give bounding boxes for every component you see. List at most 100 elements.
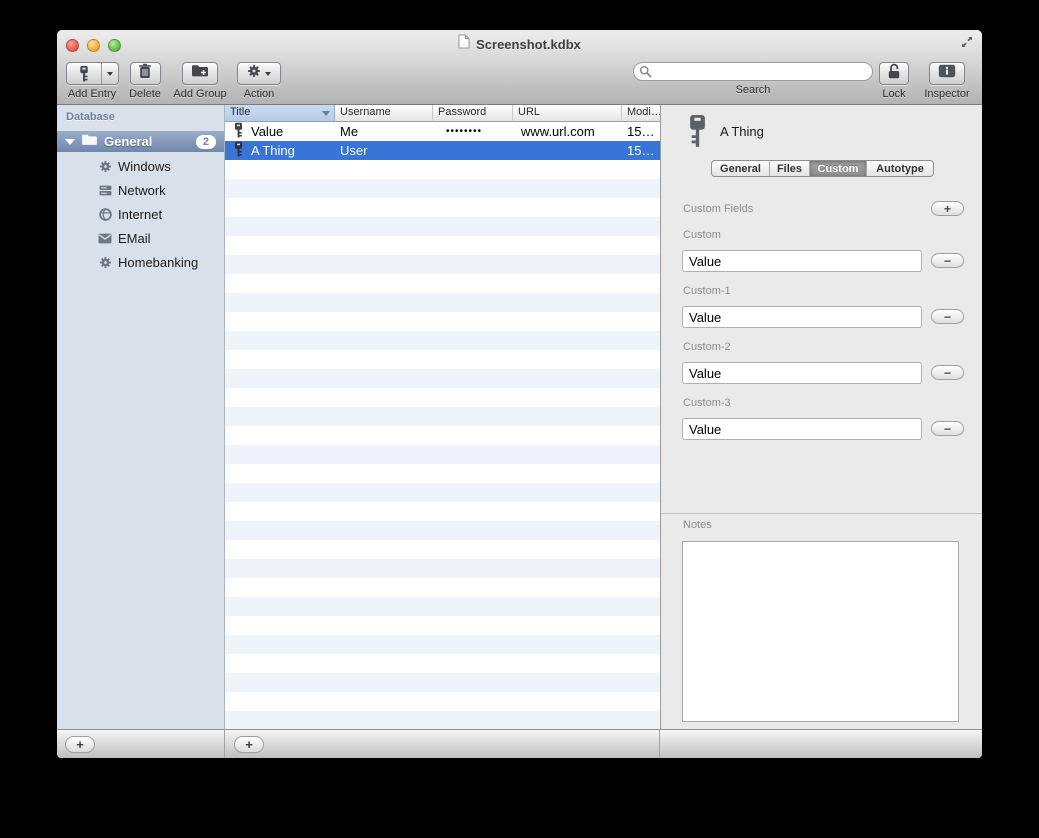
notes-heading: Notes [683, 519, 712, 531]
tab-autotype[interactable]: Autotype [867, 161, 933, 176]
remove-field-button[interactable]: − [931, 421, 964, 436]
sidebar-item-label: Network [118, 183, 166, 198]
key-icon [67, 65, 101, 82]
trash-icon [138, 63, 152, 84]
field-input-custom-3[interactable] [682, 418, 922, 440]
field-input-custom-1[interactable] [682, 306, 922, 328]
search-group: Search [633, 62, 873, 96]
entry-username: Me [335, 124, 433, 139]
add-group-group: Add Group [170, 62, 230, 100]
sidebar-group-label: General [104, 134, 196, 149]
add-entry-label: Add Entry [68, 88, 116, 100]
lock-button[interactable] [879, 62, 909, 85]
gear-icon [247, 64, 261, 83]
entry-password: •••••••• [433, 126, 513, 137]
sidebar-item-label: Windows [118, 159, 171, 174]
info-icon [938, 64, 956, 83]
divider [224, 730, 225, 758]
delete-button[interactable] [130, 62, 161, 85]
sidebar-item-label: Homebanking [118, 255, 198, 270]
fullscreen-icon[interactable] [960, 35, 974, 54]
column-header-url[interactable]: URL [513, 105, 622, 122]
custom-fields-heading: Custom Fields [683, 203, 753, 215]
entry-list-empty-rows [225, 160, 660, 729]
column-header-modified[interactable]: Modi… [622, 105, 660, 122]
notes-textarea[interactable] [682, 541, 959, 722]
lock-label: Lock [882, 88, 905, 100]
inspector-panel: A Thing General Files Custom Autotype Cu… [660, 105, 982, 729]
remove-field-button[interactable]: − [931, 309, 964, 324]
key-icon [234, 122, 243, 141]
sidebar-group-general[interactable]: General 2 [57, 131, 224, 152]
field-label-custom-3: Custom-3 [683, 397, 731, 409]
inspector-entry-title: A Thing [720, 124, 764, 139]
window-title: Screenshot.kdbx [476, 37, 581, 52]
app-window: Screenshot.kdbx Add Entry Delete [57, 30, 982, 758]
globe-icon [96, 208, 114, 221]
field-input-custom[interactable] [682, 250, 922, 272]
sidebar-item-homebanking[interactable]: Homebanking [57, 250, 224, 274]
column-header-title[interactable]: Title [225, 105, 335, 122]
entry-title: A Thing [251, 143, 295, 158]
table-row-selected[interactable]: A Thing User 15… [225, 141, 660, 160]
sidebar-item-label: EMail [118, 231, 151, 246]
folder-plus-icon [191, 64, 209, 83]
gear-icon [96, 160, 114, 173]
remove-field-button[interactable]: − [931, 253, 964, 268]
add-group-bottom-button[interactable]: + [65, 736, 95, 753]
divider [659, 730, 660, 758]
sidebar-item-email[interactable]: EMail [57, 226, 224, 250]
action-button[interactable] [237, 62, 281, 85]
add-entry-bottom-button[interactable]: + [234, 736, 264, 753]
field-label-custom-2: Custom-2 [683, 341, 731, 353]
chevron-down-icon [107, 72, 113, 76]
server-icon [96, 184, 114, 197]
disclosure-triangle-icon[interactable] [65, 139, 75, 145]
sidebar-header: Database [66, 111, 115, 123]
entry-list: Title Username Password URL Modi… Value … [225, 105, 660, 729]
document-icon [458, 34, 470, 54]
add-entry-button[interactable] [66, 62, 119, 85]
tab-general[interactable]: General [712, 161, 770, 176]
add-entry-dropdown[interactable] [101, 63, 118, 84]
table-row[interactable]: Value Me •••••••• www.url.com 15… [225, 122, 660, 141]
add-custom-field-button[interactable]: + [931, 201, 964, 216]
remove-field-button[interactable]: − [931, 365, 964, 380]
lock-icon [886, 63, 902, 85]
column-header-username[interactable]: Username [335, 105, 433, 122]
key-icon [234, 141, 243, 160]
search-icon [639, 65, 652, 83]
search-input[interactable] [633, 62, 873, 81]
sidebar-item-windows[interactable]: Windows [57, 154, 224, 178]
delete-label: Delete [129, 88, 161, 100]
sidebar-item-internet[interactable]: Internet [57, 202, 224, 226]
inspector-button[interactable] [929, 62, 965, 85]
delete-group: Delete [123, 62, 167, 100]
sort-arrow-icon [322, 111, 330, 116]
entry-title: Value [251, 124, 283, 139]
inspector-label: Inspector [924, 88, 969, 100]
field-label-custom: Custom [683, 229, 721, 241]
entry-modified: 15… [622, 124, 660, 139]
action-group: Action [231, 62, 287, 100]
key-icon [688, 114, 707, 153]
sidebar-item-network[interactable]: Network [57, 178, 224, 202]
notes-divider [661, 513, 982, 514]
column-header-password[interactable]: Password [433, 105, 513, 122]
sidebar: Database General 2 Windows Network [57, 105, 225, 729]
gear-icon [96, 256, 114, 269]
chevron-down-icon [265, 72, 271, 76]
add-entry-group: Add Entry [61, 62, 123, 100]
inspector-group: Inspector [918, 62, 976, 100]
sidebar-item-label: Internet [118, 207, 162, 222]
lock-group: Lock [869, 62, 919, 100]
add-group-button[interactable] [182, 62, 218, 85]
tab-files[interactable]: Files [770, 161, 810, 176]
mail-icon [96, 233, 114, 244]
tab-custom[interactable]: Custom [810, 161, 867, 176]
table-header: Title Username Password URL Modi… [225, 105, 660, 122]
field-input-custom-2[interactable] [682, 362, 922, 384]
field-label-custom-1: Custom-1 [683, 285, 731, 297]
titlebar: Screenshot.kdbx [57, 34, 982, 54]
folder-icon [81, 133, 98, 151]
